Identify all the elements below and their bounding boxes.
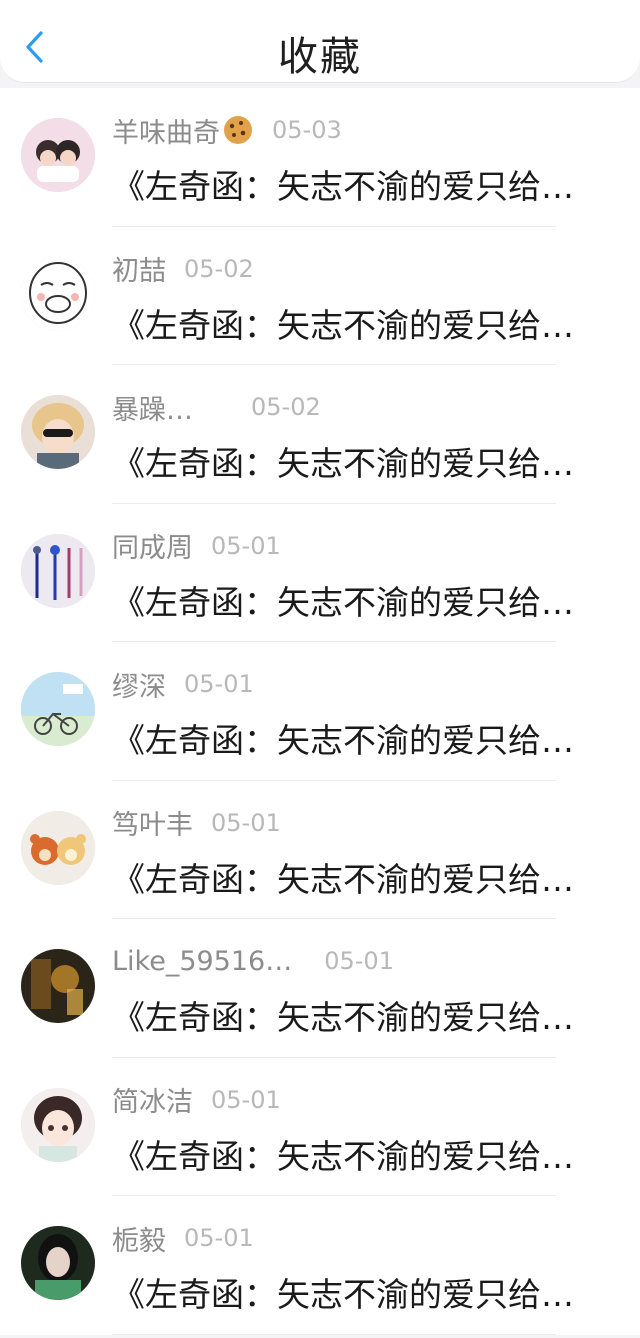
list-item[interactable]: 笃叶丰 05-01 《左奇函：矢志不渝的爱只给… [0, 780, 640, 919]
item-meta: 初喆 05-02 [112, 249, 254, 288]
item-meta: 栀毅 05-01 [112, 1219, 254, 1258]
top-bar: 收藏 [0, 0, 640, 82]
page-title: 收藏 [278, 34, 362, 80]
item-meta: 缪深 05-01 [112, 665, 254, 704]
user-name[interactable]: 缪深 [112, 665, 166, 704]
user-name[interactable]: 同成周 [112, 526, 193, 565]
user-name[interactable]: 羊味曲奇 [112, 111, 220, 150]
item-title[interactable]: 《左奇函：矢志不渝的爱只给… [112, 1130, 602, 1178]
avatar[interactable] [21, 118, 95, 192]
post-date: 05-01 [184, 670, 254, 698]
post-date: 05-01 [211, 808, 281, 837]
item-title[interactable]: 《左奇函：矢志不渝的爱只给… [112, 437, 602, 485]
user-name[interactable]: 栀毅 [112, 1219, 166, 1258]
list-item[interactable]: Like_59516… 05-01 《左奇函：矢志不渝的爱只给… [0, 919, 640, 1058]
avatar[interactable] [21, 949, 95, 1023]
list-item[interactable]: 初喆 05-02 《左奇函：矢志不渝的爱只给… [0, 226, 640, 365]
item-title[interactable]: 《左奇函：矢志不渝的爱只给… [112, 576, 602, 624]
user-name[interactable]: 简冰洁 [112, 1080, 193, 1119]
post-date: 05-02 [184, 254, 254, 283]
item-meta: 暴躁… 05-02 [112, 388, 321, 427]
post-date: 05-01 [184, 1224, 254, 1252]
avatar[interactable] [21, 810, 95, 885]
avatar[interactable] [21, 672, 95, 746]
avatar[interactable] [21, 1087, 95, 1162]
post-date: 05-01 [211, 531, 281, 560]
post-date: 05-03 [272, 116, 342, 144]
item-meta: 羊味曲奇 05-03 [112, 111, 342, 150]
user-name[interactable]: 暴躁… [112, 388, 193, 427]
item-meta: 简冰洁 05-01 [112, 1080, 281, 1119]
item-meta: Like_59516… 05-01 [112, 943, 394, 979]
item-title[interactable]: 《左奇函：矢志不渝的爱只给… [112, 1268, 602, 1316]
item-meta: 同成周 05-01 [112, 526, 281, 565]
list-item[interactable]: 缪深 05-01 《左奇函：矢志不渝的爱只给… [0, 642, 640, 781]
avatar[interactable] [21, 1226, 95, 1300]
post-date: 05-02 [251, 393, 321, 421]
item-title[interactable]: 《左奇函：矢志不渝的爱只给… [112, 160, 602, 208]
avatar[interactable] [21, 533, 95, 608]
list-item[interactable]: 暴躁… 05-02 《左奇函：矢志不渝的爱只给… [0, 365, 640, 504]
list-item[interactable]: 栀毅 05-01 《左奇函：矢志不渝的爱只给… [0, 1196, 640, 1335]
list-item[interactable]: 羊味曲奇 05-03 《左奇函：矢志不渝的爱只给… [0, 88, 640, 227]
post-date: 05-01 [324, 947, 394, 975]
cookie-icon [224, 116, 252, 144]
item-title[interactable]: 《左奇函：矢志不渝的爱只给… [112, 714, 602, 762]
list-item[interactable]: 简冰洁 05-01 《左奇函：矢志不渝的爱只给… [0, 1057, 640, 1196]
user-name[interactable]: Like_59516… [112, 946, 292, 977]
list-item[interactable]: 同成周 05-01 《左奇函：矢志不渝的爱只给… [0, 503, 640, 642]
item-meta: 笃叶丰 05-01 [112, 803, 281, 842]
item-title[interactable]: 《左奇函：矢志不渝的爱只给… [112, 853, 602, 901]
post-date: 05-01 [211, 1085, 281, 1114]
user-name[interactable]: 初喆 [112, 249, 166, 288]
item-title[interactable]: 《左奇函：矢志不渝的爱只给… [112, 299, 602, 347]
item-title[interactable]: 《左奇函：矢志不渝的爱只给… [112, 991, 602, 1039]
avatar[interactable] [21, 395, 95, 469]
avatar[interactable] [21, 256, 95, 331]
user-name[interactable]: 笃叶丰 [112, 803, 193, 842]
favorites-list: 羊味曲奇 05-03 《左奇函：矢志不渝的爱只给… 初喆 05-02 《左奇函：… [0, 88, 640, 1335]
